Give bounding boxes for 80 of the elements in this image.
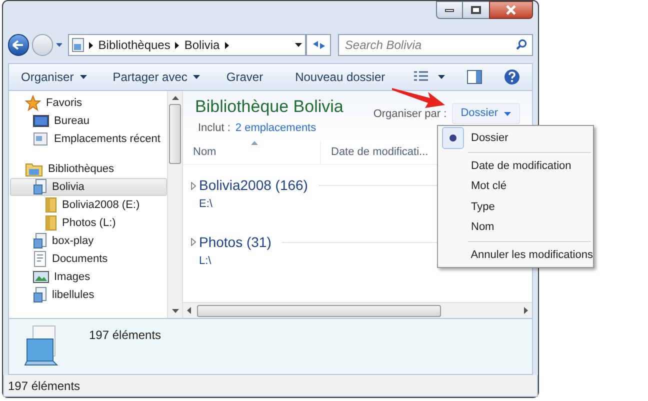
- group-header[interactable]: Bolivia2008 (166): [199, 175, 308, 196]
- menu-item[interactable]: Mot clé: [438, 176, 593, 196]
- toolbar-button[interactable]: Organiser: [21, 68, 87, 86]
- refresh-button[interactable]: [306, 34, 331, 56]
- group-path: L:\: [199, 254, 212, 268]
- vertical-scrollbar[interactable]: [167, 91, 183, 318]
- scroll-left-icon[interactable]: [187, 307, 191, 314]
- nav-item[interactable]: Documents: [10, 250, 167, 268]
- search-field[interactable]: Search Bolivia: [338, 34, 533, 56]
- nav-item[interactable]: Bolivia: [10, 178, 167, 196]
- library-icon: [33, 287, 47, 303]
- refresh-icon: [312, 39, 326, 51]
- toolbar-button[interactable]: Partager avec: [112, 68, 200, 86]
- preview-pane-icon[interactable]: [467, 70, 482, 84]
- breadcrumb[interactable]: Bolivia: [184, 36, 220, 54]
- close-icon: [505, 5, 517, 15]
- nav-item[interactable]: Bolivia2008 (E:): [10, 196, 167, 214]
- breadcrumb[interactable]: Bibliothèques: [98, 36, 170, 54]
- menu-item[interactable]: Date de modification: [438, 156, 593, 176]
- address-bar[interactable]: Bibliothèques Bolivia: [68, 34, 306, 56]
- library-icon: [33, 233, 47, 249]
- documents-icon: [33, 251, 47, 267]
- view-list-icon[interactable]: [414, 71, 428, 83]
- group-header[interactable]: Photos (31): [199, 232, 272, 252]
- nav-item[interactable]: libellules: [10, 286, 167, 304]
- status-text: 197 éléments: [8, 378, 80, 394]
- maximize-button[interactable]: [463, 1, 489, 19]
- library-icon: [33, 179, 47, 195]
- scroll-right-icon[interactable]: [524, 307, 528, 314]
- group-path: E:\: [199, 197, 212, 212]
- column-header[interactable]: Nom: [183, 141, 321, 164]
- pictures-icon: [33, 270, 49, 284]
- nav-item[interactable]: box-play: [10, 232, 167, 250]
- minimize-button[interactable]: [436, 1, 463, 19]
- libraries-icon: [25, 161, 43, 177]
- scroll-thumb[interactable]: [169, 104, 181, 164]
- close-button[interactable]: [489, 1, 533, 19]
- help-icon[interactable]: [504, 69, 520, 85]
- dropdown-arrow-icon[interactable]: [438, 75, 445, 79]
- scroll-up-icon[interactable]: [172, 96, 178, 100]
- locations-link[interactable]: 2 emplacements: [235, 120, 316, 136]
- toolbar-button[interactable]: Graver: [226, 68, 270, 86]
- nav-item[interactable]: Photos (L:): [10, 214, 167, 232]
- menu-item[interactable]: Type: [438, 196, 593, 217]
- search-icon: [516, 39, 527, 50]
- toolbar-button[interactable]: Nouveau dossier: [295, 68, 392, 86]
- arrange-by-label: Organiser par :: [373, 107, 447, 122]
- recent-icon: [33, 131, 49, 147]
- library-icon: [72, 38, 84, 52]
- nav-item[interactable]: Emplacements récent: [10, 130, 167, 148]
- item-count: 197 éléments: [89, 327, 162, 344]
- folder-icon: [45, 215, 57, 231]
- menu-item[interactable]: Annuler les modifications: [438, 244, 593, 265]
- horizontal-scrollbar[interactable]: [183, 302, 532, 318]
- scroll-down-icon[interactable]: [172, 309, 178, 313]
- sort-arrow-icon: [251, 141, 258, 145]
- back-button[interactable]: [8, 34, 29, 56]
- expand-arrow-icon[interactable]: [191, 238, 196, 246]
- column-header[interactable]: Date de modificati...: [321, 141, 438, 164]
- scroll-thumb[interactable]: [197, 304, 441, 316]
- nav-item[interactable]: Bureau: [10, 112, 167, 130]
- caret-icon: [504, 112, 511, 116]
- folder-icon: [45, 197, 57, 213]
- breadcrumb-arrow-icon[interactable]: [89, 42, 94, 48]
- breadcrumb-arrow-icon[interactable]: [175, 42, 180, 48]
- desktop-icon: [33, 114, 49, 128]
- includes-label: Inclut :: [198, 121, 230, 136]
- menu-item[interactable]: Dossier: [438, 128, 593, 148]
- arrange-by-dropdown[interactable]: Dossier: [452, 103, 520, 124]
- nav-item[interactable]: Images: [10, 268, 167, 286]
- dropdown-arrow-icon[interactable]: [295, 43, 302, 47]
- nav-item[interactable]: Bibliothèques: [10, 160, 167, 178]
- nav-item[interactable]: Favoris: [10, 94, 167, 112]
- library-title: Bibliothèque Bolivia: [195, 97, 344, 117]
- pointer-arrow: [392, 86, 446, 110]
- expand-arrow-icon[interactable]: [191, 182, 196, 190]
- back-arrow-icon: [12, 40, 24, 50]
- breadcrumb-arrow-icon[interactable]: [224, 42, 229, 48]
- menu-item[interactable]: Nom: [438, 217, 593, 238]
- favorites-icon: [25, 95, 41, 111]
